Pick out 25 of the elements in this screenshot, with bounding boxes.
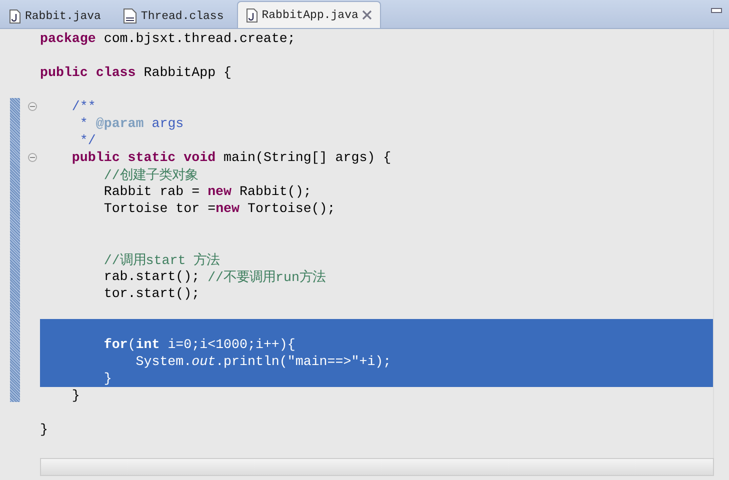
collapse-icon[interactable] xyxy=(28,153,37,162)
code-line: } xyxy=(40,421,49,438)
code-line: /** xyxy=(70,98,97,115)
code-line: package com.bjsxt.thread.create; xyxy=(40,30,296,47)
class-file-icon xyxy=(122,8,137,24)
horizontal-scrollbar[interactable] xyxy=(40,458,714,476)
code-line: */ xyxy=(78,132,97,149)
editor-tab[interactable]: RabbitApp.java xyxy=(236,1,382,28)
code-line: //创建子类对象 xyxy=(102,166,199,183)
collapse-icon[interactable] xyxy=(28,102,37,111)
code-line: public class RabbitApp { xyxy=(40,64,233,81)
code-line: //调用start 方法 xyxy=(102,252,221,268)
editor-tab[interactable]: Rabbit.java xyxy=(0,3,110,28)
editor-tab[interactable]: Thread.class xyxy=(114,3,233,28)
code-line: Rabbit rab = new Rabbit(); xyxy=(102,183,312,200)
code-line: * @param args xyxy=(78,115,185,132)
code-line: Tortoise tor =new Tortoise(); xyxy=(102,200,336,217)
java-file-icon xyxy=(9,8,21,24)
code-line: rab.start(); //不要调用run方法 xyxy=(102,268,326,285)
code-line: public static void main(String[] args) { xyxy=(70,149,392,166)
close-icon[interactable] xyxy=(362,10,372,20)
code-line: } xyxy=(70,387,81,404)
code-line: tor.start(); xyxy=(102,285,201,302)
java-file-icon xyxy=(246,8,258,22)
minimize-icon[interactable] xyxy=(711,6,723,14)
